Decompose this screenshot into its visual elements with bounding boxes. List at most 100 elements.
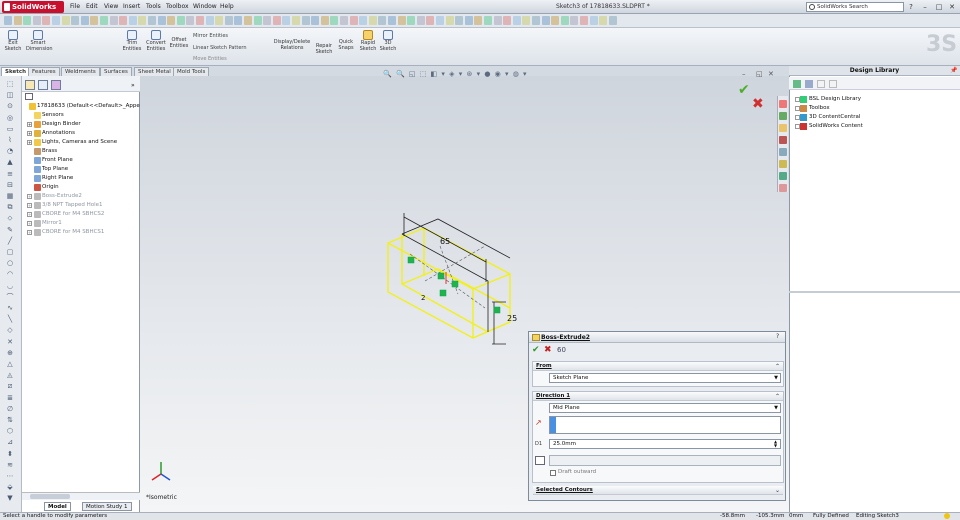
toolbar-tool-icon[interactable] [23,16,32,25]
sketch-tool-icon[interactable]: ⧉ [4,203,16,211]
sketch-tool-icon[interactable]: ⬚ [4,80,16,88]
tab-sheet-metal[interactable]: Sheet Metal [134,67,175,76]
toolbar-tool-icon[interactable] [272,16,281,25]
toolbar-tool-icon[interactable] [4,16,12,25]
tree-node[interactable]: + CBORE for M4 SBHCS2 [27,210,104,219]
tab-features[interactable]: Features [28,67,60,76]
sketch-tool-icon[interactable]: ⊕ [4,349,16,357]
toolbar-tool-icon[interactable] [80,16,89,25]
toolbar-tool-icon[interactable] [186,16,195,25]
search-input[interactable]: SolidWorks Search [806,2,904,12]
toolbar-tool-icon[interactable] [349,16,358,25]
filter-icon[interactable] [25,93,33,100]
sketch-tool-icon[interactable]: ⬦ [4,214,16,222]
sketch-tool-icon[interactable]: ◔ [4,147,16,155]
expand-icon[interactable]: + [27,131,32,136]
sketch-tool-icon[interactable]: ⇅ [4,416,16,424]
toolbar-tool-icon[interactable] [215,16,224,25]
toolbar-tool-icon[interactable] [196,16,204,25]
toolbar-tool-icon[interactable] [522,16,531,25]
offset-entities-button[interactable]: Offset Entities [168,37,190,49]
sketch-tool-icon[interactable]: ∿ [4,304,16,312]
toolbar-tool-icon[interactable] [282,16,291,25]
resources-tab-icon[interactable] [779,100,787,108]
sketch-tool-icon[interactable]: ⬙ [4,483,16,491]
tree-node[interactable]: Top Plane [27,165,68,174]
toolbar-tool-icon[interactable] [157,16,166,25]
toolbar-tool-icon[interactable] [397,16,406,25]
sketch-tool-icon[interactable]: ⌇ [4,136,16,144]
tree-scroll-thumb[interactable] [30,494,70,499]
from-select[interactable]: Sketch Plane ▼ [549,373,781,383]
tree-node[interactable]: + Boss-Extrude2 [27,192,82,201]
toolbar-tool-icon[interactable] [301,16,310,25]
tree-node[interactable]: Brass [27,147,57,156]
toolbar-tool-icon[interactable] [52,16,60,25]
toolbar-tool-icon[interactable] [205,16,214,25]
rapid-sketch-button[interactable]: Rapid Sketch [358,30,378,52]
expand-icon[interactable]: + [27,194,32,199]
toolbar-tool-icon[interactable] [445,16,454,25]
sketch-tool-icon[interactable]: ▲ [4,158,16,166]
toolbar-tool-icon[interactable] [589,16,598,25]
close-window-button[interactable]: ✕ [947,2,957,12]
toolbar-tool-icon[interactable] [148,16,156,25]
toolbar-tool-icon[interactable] [455,16,464,25]
toolbar-tool-icon[interactable] [224,16,233,25]
toolbar-tool-icon[interactable] [61,16,70,25]
appearances-tab-icon[interactable] [779,160,787,168]
toolbar-tool-icon[interactable] [42,16,51,25]
sketch-tool-icon[interactable]: ◎ [4,114,16,122]
menu-insert[interactable]: Insert [123,3,140,10]
mirror-entities-button[interactable]: Mirror Entities [193,33,228,39]
toolbar-tool-icon[interactable] [580,16,588,25]
feature-tree-tab-icon[interactable] [25,80,35,90]
add-location-icon[interactable] [793,80,801,88]
toolbar-tool-icon[interactable] [503,16,512,25]
menu-view[interactable]: View [104,3,118,10]
toolbar-tool-icon[interactable] [484,16,492,25]
toolbar-tool-icon[interactable] [119,16,128,25]
ok-button[interactable]: ✔ [532,345,540,355]
maximize-button[interactable]: □ [934,2,944,12]
3d-sketch-button[interactable]: 3D Sketch [378,30,398,52]
sketch-tool-icon[interactable]: ◬ [4,371,16,379]
toolbar-tool-icon[interactable] [426,16,435,25]
toolbar-tool-icon[interactable] [493,16,502,25]
toolbar-tool-icon[interactable] [570,16,579,25]
file-explorer-tab-icon[interactable] [779,124,787,132]
sketch-tool-icon[interactable]: ✕ [4,338,16,346]
help-icon[interactable]: ? [776,333,779,340]
reverse-direction-icon[interactable]: ↗ [535,418,542,427]
library-item[interactable]: BSL Design Library [795,95,861,104]
tree-node[interactable]: Front Plane [27,156,73,165]
tree-node[interactable]: + Mirror1 [27,219,62,228]
sketch-tool-icon[interactable]: ▢ [4,248,16,256]
toolbar-tool-icon[interactable] [234,16,243,25]
sketch-tool-icon[interactable]: ≣ [4,394,16,402]
exit-sketch-button[interactable]: Exit Sketch [4,30,22,52]
toolbar-tool-icon[interactable] [464,16,473,25]
tab-sketch[interactable]: Sketch [1,67,31,76]
toolbar-tool-icon[interactable] [330,16,339,25]
sketch-tool-icon[interactable]: ▼ [4,494,16,502]
solidworks-logo[interactable]: SolidWorks [2,1,64,13]
sketch-tool-icon[interactable]: ≡ [4,170,16,178]
create-folder-icon[interactable] [805,80,813,88]
sketch-tool-icon[interactable]: ╱ [4,237,16,245]
toolbar-tool-icon[interactable] [90,16,99,25]
depth-spinner-icon[interactable]: ▲ ▼ [774,440,777,448]
detailed-preview-icon[interactable]: 60 [557,346,566,354]
tree-node[interactable]: Origin [27,183,59,192]
help-button[interactable]: ? [906,2,916,12]
sketch-tool-icon[interactable]: ⬡ [4,427,16,435]
menu-window[interactable]: Window [193,3,217,10]
tree-root[interactable]: 17818633 (Default<<Default>_Appearan [22,102,152,111]
dimension-small[interactable]: 2 [421,294,425,302]
smart-dimension-button[interactable]: Smart Dimension [26,30,53,52]
move-entities-button[interactable]: Move Entities [193,56,227,62]
repair-sketch-button[interactable]: Repair Sketch [312,43,336,55]
sketch-tool-icon[interactable]: ○ [4,259,16,267]
direction-reference-list[interactable] [549,416,781,434]
search-tab-icon[interactable] [779,136,787,144]
